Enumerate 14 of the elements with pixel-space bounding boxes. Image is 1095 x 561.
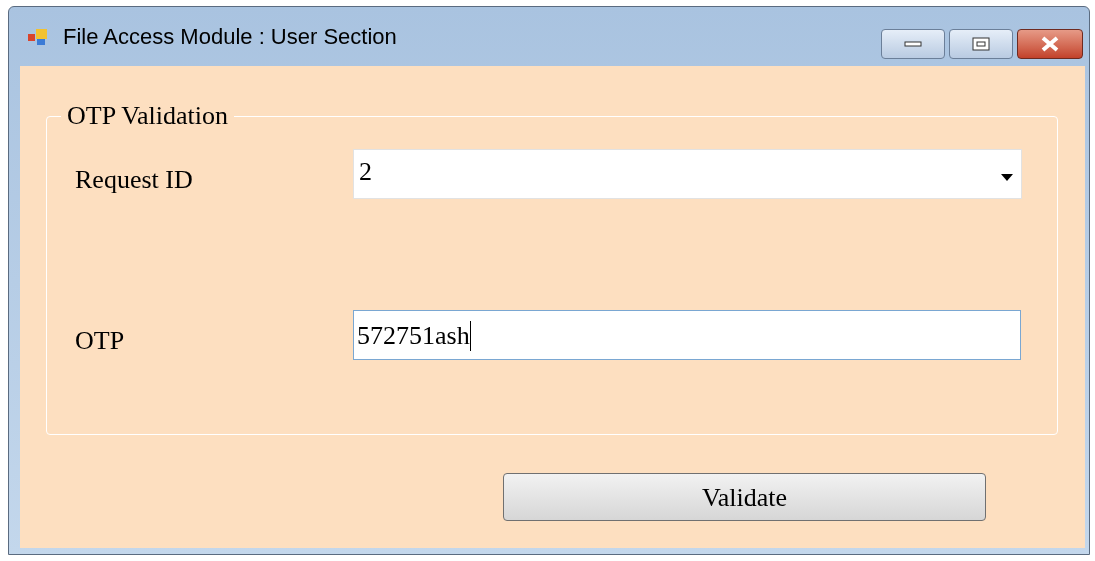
- request-dropdown[interactable]: 2: [353, 148, 1022, 199]
- otp-field[interactable]: 572751ash: [353, 309, 1021, 360]
- minimize-button[interactable]: [881, 29, 945, 59]
- window-title: File Access Module : User Section: [63, 23, 397, 51]
- close-icon: [1040, 36, 1060, 52]
- validate-button[interactable]: Validate: [503, 473, 986, 521]
- dropdown-arrow-icon: [1001, 173, 1013, 181]
- field-label: OTP: [75, 325, 126, 357]
- maximize-button[interactable]: [949, 29, 1013, 59]
- close-button[interactable]: [1017, 29, 1083, 59]
- app-icon: [27, 26, 49, 47]
- field-label: Request ID: [75, 164, 194, 196]
- minimize-icon: [904, 41, 922, 47]
- maximize-icon: [972, 37, 990, 51]
